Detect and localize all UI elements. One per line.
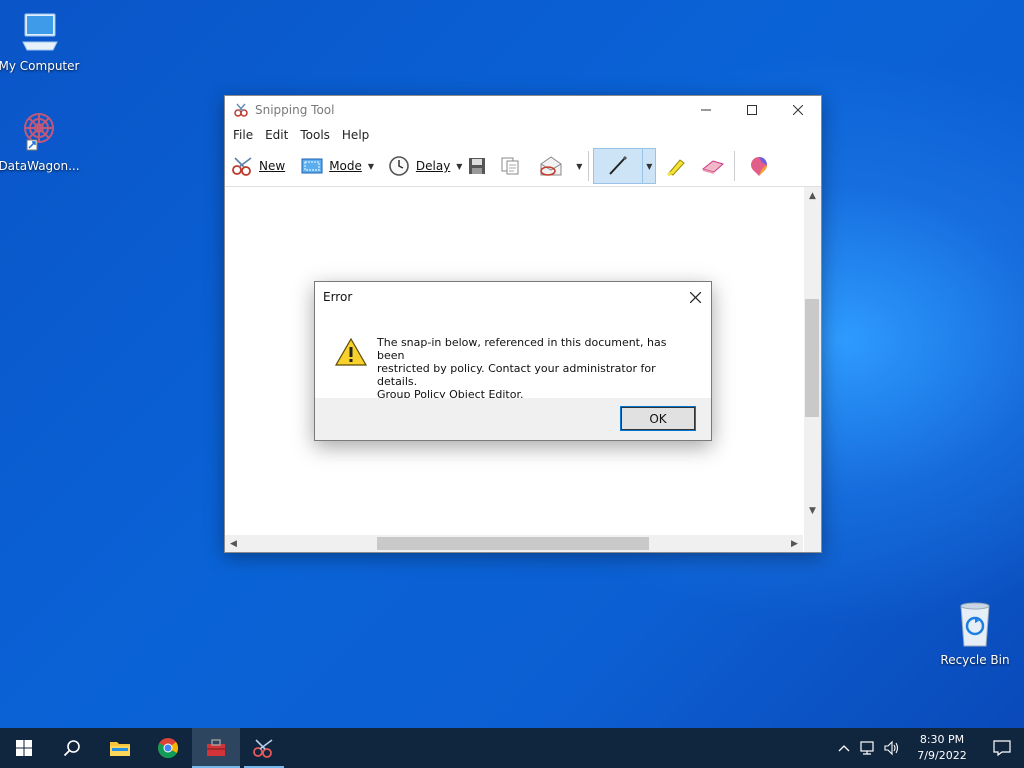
minimize-icon [701,109,711,111]
notification-icon [993,740,1011,756]
scroll-right-icon[interactable]: ▶ [786,535,803,552]
snipping-tool-icon [234,103,248,117]
volume-icon[interactable] [880,740,904,756]
scroll-corner [804,535,821,552]
dialog-footer: OK [315,398,711,440]
paint3d-icon [751,157,768,176]
new-label: New [259,159,286,173]
desktop-icon-datawagon[interactable]: DataWagon... [0,106,81,173]
dialog-title: Error [323,290,353,304]
copy-icon [501,157,519,175]
search-icon [63,740,80,757]
system-tray: 8:30 PM 7/9/2022 [832,728,1024,768]
desktop-icon-label: DataWagon... [0,159,80,173]
search-button[interactable] [48,728,96,768]
toolbox-app-button[interactable] [192,728,240,768]
desktop-icon-my-computer[interactable]: My Computer [0,10,81,73]
clock-time: 8:30 PM [919,733,965,746]
scissors-icon [253,739,273,758]
start-button[interactable] [0,728,48,768]
menu-help[interactable]: Help [336,128,375,142]
desktop-icon-label: My Computer [0,59,80,73]
toolbox-icon [207,739,225,756]
window-title: Snipping Tool [255,103,335,117]
eraser-icon [702,160,725,174]
dialog-message-line: The snap-in below, referenced in this do… [377,336,667,362]
dialog-body: The snap-in below, referenced in this do… [315,312,711,401]
toolbar: New Mode ▼ Delay ▼ ▼ ▼ [225,146,821,187]
toolbar-separator [734,151,736,181]
clock-icon [389,156,409,176]
envelope-icon [540,156,562,176]
menu-tools[interactable]: Tools [294,128,336,142]
send-dropdown-arrow[interactable]: ▼ [574,162,584,171]
desktop-icon-recycle-bin[interactable]: Recycle Bin [933,600,1017,667]
scroll-down-icon[interactable]: ▼ [804,502,821,519]
vertical-scrollbar[interactable]: ▲ ▼ [804,187,821,536]
notifications-button[interactable] [980,740,1024,756]
vertical-scroll-thumb[interactable] [805,299,819,417]
new-button[interactable]: New [227,150,289,182]
scroll-up-icon[interactable]: ▲ [804,187,821,204]
horizontal-scrollbar[interactable]: ◀ ▶ [225,535,803,552]
chrome-icon [158,738,179,759]
folder-icon [110,742,130,756]
maximize-button[interactable] [729,96,775,124]
minimize-button[interactable] [683,96,729,124]
delay-dropdown-arrow[interactable]: ▼ [454,162,464,171]
clock-date: 7/9/2022 [917,749,967,762]
dialog-message: The snap-in below, referenced in this do… [377,336,697,401]
desktop-icon-label: Recycle Bin [940,653,1010,667]
close-icon [793,105,803,115]
recycle-bin-icon [960,602,990,647]
error-dialog: Error The snap-in below, referenced in t… [314,281,712,441]
highlighter-button[interactable] [660,150,692,182]
pen-icon [609,155,628,175]
maximize-icon [747,105,757,115]
toolbar-separator [588,151,590,181]
delay-label: Delay [415,159,451,173]
menu-bar: File Edit Tools Help [225,124,821,146]
pen-dropdown-arrow[interactable]: ▼ [642,149,655,183]
close-icon [689,291,701,303]
dialog-message-line: restricted by policy. Contact your admin… [377,362,656,388]
delay-button[interactable]: Delay [384,150,454,182]
pen-button[interactable]: ▼ [593,148,657,184]
show-hidden-icons-chevron-icon[interactable] [832,744,856,752]
close-button[interactable] [775,96,821,124]
snipping-tool-taskbar-button[interactable] [240,728,288,768]
warning-icon [335,338,367,366]
send-snip-button[interactable] [534,150,568,182]
taskbar: 8:30 PM 7/9/2022 [0,728,1024,768]
mode-button[interactable]: Mode [297,150,366,182]
rectangle-snip-icon [301,158,323,174]
save-snip-button[interactable] [464,150,490,182]
dialog-close-button[interactable] [679,282,711,312]
highlighter-icon [667,159,686,177]
paint3d-button[interactable] [745,150,773,182]
chrome-button[interactable] [144,728,192,768]
scroll-left-icon[interactable]: ◀ [225,535,242,552]
title-bar[interactable]: Snipping Tool [225,96,821,124]
eraser-button[interactable] [696,150,730,182]
menu-edit[interactable]: Edit [259,128,294,142]
datawagon-shortcut-icon [24,113,54,151]
file-explorer-button[interactable] [96,728,144,768]
ok-button[interactable]: OK [620,406,696,431]
computer-icon [22,13,58,51]
copy-button[interactable] [496,150,524,182]
menu-file[interactable]: File [227,128,259,142]
dialog-title-bar[interactable]: Error [315,282,711,312]
mode-dropdown-arrow[interactable]: ▼ [366,162,376,171]
network-icon[interactable] [856,740,880,756]
horizontal-scroll-thumb[interactable] [377,537,649,550]
scissors-icon [232,157,252,176]
save-icon [469,158,486,174]
clock[interactable]: 8:30 PM 7/9/2022 [904,732,980,764]
windows-logo-icon [16,740,32,756]
mode-label: Mode [329,159,362,173]
